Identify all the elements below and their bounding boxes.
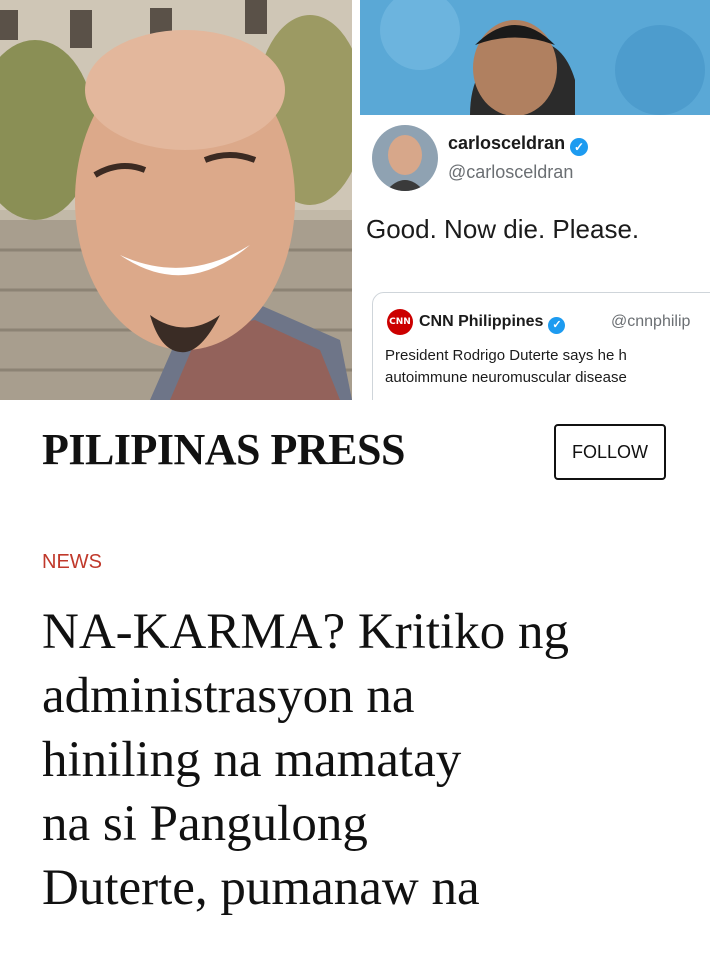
headline-line: na si Pangulong	[42, 796, 368, 852]
headline-line: administrasyon na	[42, 668, 415, 724]
headline-line: Duterte, pumanaw na	[42, 860, 480, 916]
publisher-name[interactable]: PILIPINAS PRESS	[42, 424, 405, 475]
verified-checkmark-icon: ✓	[570, 138, 589, 156]
tweet-author-name: carlosceldran ✓	[448, 133, 589, 156]
article-headline[interactable]: NA-KARMA? Kritiko ng administrasyon na h…	[42, 600, 682, 920]
man-photo	[0, 0, 352, 400]
tweet-author-handle: @carlosceldran	[448, 162, 574, 182]
quoted-author-name-text: CNN Philippines	[419, 313, 544, 330]
headline-line: NA-KARMA? Kritiko ng	[42, 604, 569, 660]
quoted-tweet: CNN CNN Philippines ✓ @cnnphilip Presiden…	[372, 292, 710, 400]
follow-button[interactable]: FOLLOW	[554, 424, 666, 480]
quoted-text-line: autoimmune neuromuscular disease	[385, 369, 627, 386]
quoted-text: President Rodrigo Duterte says he h auto…	[385, 345, 627, 389]
cnn-logo-icon: CNN	[387, 309, 413, 335]
quoted-author-name: CNN Philippines ✓	[419, 313, 566, 334]
duterte-photo	[360, 0, 710, 115]
headline-line: hiniling na mamatay	[42, 732, 462, 788]
tweet-author-name-text: carlosceldran	[448, 133, 566, 153]
article-category[interactable]: NEWS	[42, 551, 102, 574]
tweet-author-avatar	[372, 125, 438, 191]
quoted-author-handle: @cnnphilip	[611, 313, 691, 330]
quoted-text-line: President Rodrigo Duterte says he h	[385, 347, 627, 364]
verified-checkmark-icon: ✓	[548, 317, 566, 334]
tweet-screenshot: carlosceldran ✓ @carlosceldran Good. Now …	[360, 0, 710, 400]
tweet-text: Good. Now die. Please.	[366, 214, 640, 244]
